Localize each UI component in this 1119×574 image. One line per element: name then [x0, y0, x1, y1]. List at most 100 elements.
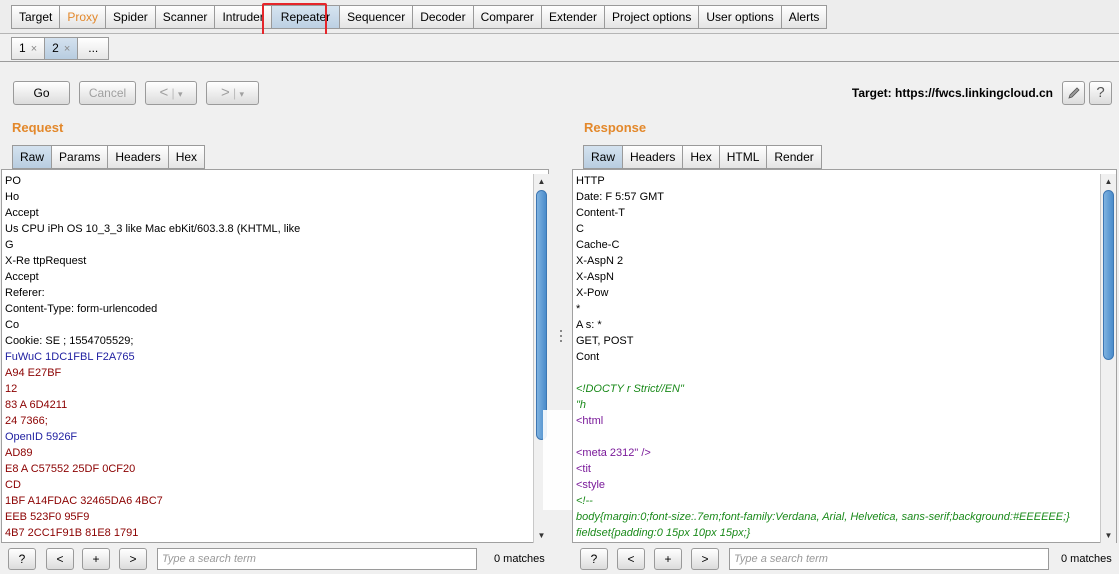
response-line: GET, POST	[576, 335, 634, 347]
response-line: Cont	[576, 351, 600, 363]
go-button[interactable]: Go	[13, 81, 70, 105]
request-line: 24 7366;	[5, 415, 48, 427]
tab-extender[interactable]: Extender	[540, 5, 604, 29]
response-tab-raw[interactable]: Raw	[583, 145, 623, 169]
scroll-up-icon[interactable]: ▲	[1101, 174, 1116, 189]
tab-project-options[interactable]: Project options	[603, 5, 699, 29]
response-scrollbar[interactable]: ▲ ▼	[1100, 174, 1116, 543]
request-line: Accept	[5, 271, 39, 283]
request-search-input[interactable]	[157, 548, 477, 570]
close-icon[interactable]: ×	[31, 43, 37, 55]
new-repeater-tab[interactable]: ...	[77, 37, 110, 60]
request-line: Content-Type: form-urlencoded	[5, 303, 158, 315]
tab-user-options[interactable]: User options	[698, 5, 781, 29]
response-search-add-button[interactable]: +	[654, 548, 682, 570]
close-icon[interactable]: ×	[64, 43, 70, 55]
forward-arrow-icon: >	[220, 84, 230, 101]
request-line: PO	[5, 175, 21, 187]
repeater-tab-label: 2	[52, 41, 59, 55]
request-line: CD	[5, 479, 21, 491]
response-line: A s: *	[576, 319, 602, 331]
tab-scanner[interactable]: Scanner	[154, 5, 215, 29]
back-arrow-icon: <	[159, 84, 169, 101]
scroll-thumb[interactable]	[1103, 190, 1114, 360]
repeater-tabs: 1 × 2 × ...	[11, 37, 110, 60]
response-tab-html[interactable]: HTML	[718, 145, 767, 169]
response-tab-headers[interactable]: Headers	[622, 145, 683, 169]
request-line: Co	[5, 319, 20, 331]
tab-sequencer[interactable]: Sequencer	[339, 5, 413, 29]
request-line: EEB 523F0 95F9	[5, 511, 90, 523]
request-tab-headers[interactable]: Headers	[107, 145, 168, 169]
response-line: X-Pow	[576, 287, 609, 299]
response-line: X-AspN 2	[576, 255, 624, 267]
scroll-thumb[interactable]	[536, 190, 547, 440]
edit-target-button[interactable]	[1062, 81, 1085, 105]
response-match-count: 0 matches	[1061, 553, 1112, 565]
scroll-up-icon[interactable]: ▲	[534, 174, 549, 189]
main-tabs: Target Proxy Spider Scanner Intruder Rep…	[11, 5, 828, 29]
request-view-tabs: Raw Params Headers Hex	[12, 145, 206, 169]
response-line: <meta 2312" />	[576, 447, 651, 459]
response-search-help-button[interactable]: ?	[580, 548, 608, 570]
request-tab-raw[interactable]: Raw	[12, 145, 52, 169]
cancel-button[interactable]: Cancel	[79, 81, 136, 105]
help-button[interactable]: ?	[1089, 81, 1112, 105]
response-line: Date: F 5:57 GMT	[576, 191, 665, 203]
response-line: HTTP	[576, 175, 605, 187]
scroll-down-icon[interactable]: ▼	[534, 528, 549, 543]
request-line: G	[5, 239, 14, 251]
request-match-count: 0 matches	[494, 553, 545, 565]
request-search-prev-button[interactable]: <	[46, 548, 74, 570]
response-line: *	[576, 303, 581, 315]
scroll-down-icon[interactable]: ▼	[1101, 528, 1116, 543]
request-search-help-button[interactable]: ?	[8, 548, 36, 570]
request-line: Ho	[5, 191, 20, 203]
response-line: fieldset{padding:0 15px 10px 15px;}	[576, 527, 751, 539]
request-line: Cookie: SE ; 1554705529;	[5, 335, 134, 347]
back-button[interactable]: < | ▾	[145, 81, 197, 105]
response-tab-render[interactable]: Render	[766, 145, 822, 169]
response-line: <html	[576, 415, 604, 427]
request-tab-params[interactable]: Params	[51, 145, 108, 169]
tab-target[interactable]: Target	[11, 5, 60, 29]
chevron-down-icon: ▾	[239, 89, 245, 99]
tab-spider[interactable]: Spider	[105, 5, 155, 29]
response-editor[interactable]: HTTP Date: F 5:57 GMT Content-T C Cache-C X-A…	[572, 169, 1117, 543]
response-tab-hex[interactable]: Hex	[682, 145, 719, 169]
request-line: X-Re ttpRequest	[5, 255, 87, 267]
repeater-tab-2[interactable]: 2 ×	[44, 37, 78, 60]
request-search-next-button[interactable]: >	[119, 548, 147, 570]
request-line: A94 E27BF	[5, 367, 62, 379]
request-line: Referer:	[5, 287, 45, 299]
tab-alerts[interactable]: Alerts	[780, 5, 828, 29]
response-line: <tit	[576, 463, 591, 475]
tab-comparer[interactable]: Comparer	[472, 5, 541, 29]
request-line: Accept	[5, 207, 39, 219]
request-line: 4B7 2CC1F91B 81E8 1791	[5, 527, 139, 539]
request-line: 1BF A14FDAC 32465DA6 4BC7	[5, 495, 163, 507]
response-title: Response	[584, 120, 647, 135]
request-search-add-button[interactable]: +	[82, 548, 110, 570]
request-tab-hex[interactable]: Hex	[167, 145, 206, 169]
response-line: X-AspN	[576, 271, 614, 283]
response-search-input[interactable]	[729, 548, 1049, 570]
response-view-tabs: Raw Headers Hex HTML Render	[583, 145, 822, 169]
forward-button[interactable]: > | ▾	[206, 81, 259, 105]
response-line: <!--	[576, 495, 593, 507]
main-tab-bar: Target Proxy Spider Scanner Intruder Rep…	[0, 0, 1119, 34]
response-search-prev-button[interactable]: <	[617, 548, 645, 570]
tab-decoder[interactable]: Decoder	[412, 5, 473, 29]
tab-proxy[interactable]: Proxy	[59, 5, 106, 29]
response-line: <style	[576, 479, 606, 491]
response-line: C	[576, 223, 584, 235]
repeater-tab-1[interactable]: 1 ×	[11, 37, 45, 60]
response-line: "h	[576, 399, 587, 411]
response-line: Content-T	[576, 207, 625, 219]
response-search-next-button[interactable]: >	[691, 548, 719, 570]
request-line: AD89	[5, 447, 33, 459]
request-editor[interactable]: PO Ho Accept Us CPU iPh OS 10_3_3 like Mac …	[1, 169, 549, 543]
request-line: FuWuC 1DC1FBL F2A765	[5, 351, 135, 363]
request-line: OpenID 5926F	[5, 431, 78, 443]
request-line: Us CPU iPh OS 10_3_3 like Mac ebKit/603.…	[5, 223, 301, 235]
